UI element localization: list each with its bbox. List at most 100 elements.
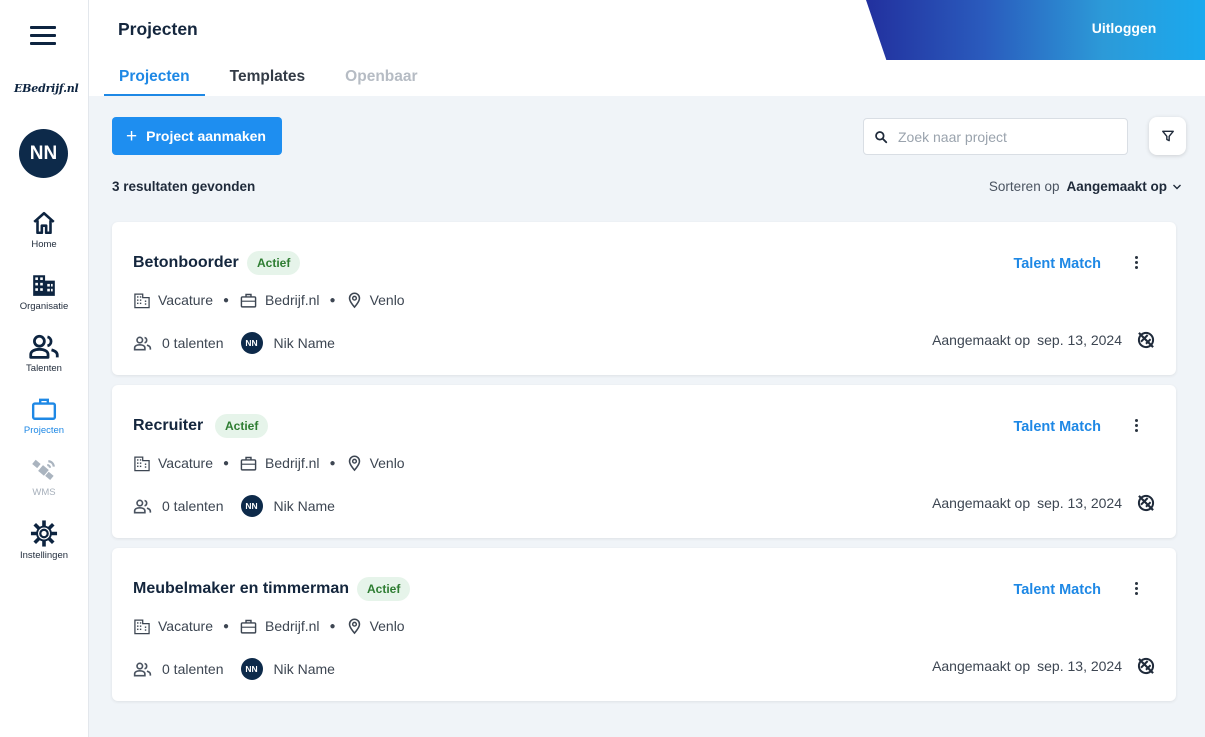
people-icon [133, 662, 152, 676]
avatar: NN [240, 332, 263, 354]
project-people: 0 talenten NN Nik Name [133, 658, 335, 680]
avatar: NN [240, 658, 263, 680]
project-meta: Vacature ● Bedrijf.nl ● Venlo [133, 291, 405, 309]
sidebar-item-label: Projecten [23, 425, 65, 436]
created-info: Aangemaakt op sep. 13, 2024 [932, 332, 1122, 348]
project-meta: Vacature ● Bedrijf.nl ● Venlo [133, 454, 405, 472]
sort-dropdown[interactable]: Sorteren op Aangemaakt op [989, 179, 1183, 194]
more-options-icon[interactable] [1128, 252, 1144, 272]
building-icon [134, 618, 150, 634]
talent-count: 0 talenten [162, 661, 224, 677]
sidebar-item-instellingen[interactable]: Instellingen [0, 520, 88, 561]
logo: EBedrijf.nl [14, 82, 79, 95]
talent-match-link[interactable]: Talent Match [1013, 419, 1101, 435]
project-location: Venlo [369, 618, 405, 634]
created-label: Aangemaakt op [932, 658, 1031, 674]
avatar[interactable]: NN [19, 129, 68, 178]
menu-icon[interactable] [30, 26, 56, 46]
sidebar-item-label: WMS [32, 487, 56, 498]
briefcase-icon [240, 619, 257, 634]
create-project-button[interactable]: + Project aanmaken [112, 117, 282, 155]
filter-button[interactable] [1149, 117, 1186, 155]
project-meta: Vacature ● Bedrijf.nl ● Venlo [133, 617, 405, 635]
sidebar-item-home[interactable]: Home [0, 210, 88, 250]
project-company: Bedrijf.nl [265, 455, 320, 471]
separator-dot: ● [329, 457, 336, 469]
separator-dot: ● [223, 620, 230, 632]
sort-value: Aangemaakt op [1066, 179, 1167, 194]
separator-dot: ● [223, 457, 230, 469]
sidebar: EBedrijf.nl NN Home Organisatie Talenten… [0, 0, 89, 737]
separator-dot: ● [329, 294, 336, 306]
page-title: Projecten [118, 19, 198, 39]
people-icon [133, 336, 152, 350]
sort-label: Sorteren op [988, 179, 1060, 194]
more-options-icon[interactable] [1128, 578, 1144, 598]
plus-icon: + [126, 125, 138, 147]
project-title[interactable]: Meubelmaker en timmerman [133, 580, 349, 598]
project-type: Vacature [158, 455, 213, 471]
project-location: Venlo [369, 292, 405, 308]
results-count: 3 resultaten gevonden [112, 179, 256, 194]
created-info: Aangemaakt op sep. 13, 2024 [932, 658, 1122, 674]
talent-match-link[interactable]: Talent Match [1013, 582, 1101, 598]
satellite-icon [32, 459, 55, 481]
project-people: 0 talenten NN Nik Name [133, 495, 335, 517]
owner-name: Nik Name [273, 661, 335, 677]
tabs: Projecten Templates Openbaar [104, 60, 443, 96]
home-icon [33, 211, 55, 235]
search-input[interactable] [898, 128, 1118, 145]
sidebar-item-organisatie[interactable]: Organisatie [0, 272, 88, 312]
sidebar-item-label: Talenten [26, 363, 62, 374]
chevron-down-icon [1173, 184, 1181, 189]
search-icon [875, 130, 888, 143]
visibility-off-icon[interactable] [1136, 656, 1156, 681]
status-badge: Actief [357, 577, 411, 601]
project-card[interactable]: Meubelmaker en timmerman Actief Talent M… [112, 548, 1176, 701]
briefcase-icon [31, 398, 57, 420]
avatar: NN [240, 495, 263, 517]
sidebar-item-label: Instellingen [19, 550, 69, 561]
created-date: sep. 13, 2024 [1037, 495, 1122, 511]
visibility-off-icon[interactable] [1136, 493, 1156, 518]
briefcase-icon [240, 456, 257, 471]
sidebar-item-wms[interactable]: WMS [0, 458, 88, 498]
project-title[interactable]: Recruiter [133, 417, 203, 435]
more-options-icon[interactable] [1128, 415, 1144, 435]
created-date: sep. 13, 2024 [1037, 658, 1122, 674]
project-title[interactable]: Betonboorder [133, 254, 239, 272]
status-badge: Actief [247, 251, 301, 275]
location-pin-icon [348, 292, 360, 309]
separator-dot: ● [329, 620, 336, 632]
separator-dot: ● [223, 294, 230, 306]
filter-icon [1161, 130, 1174, 142]
tab-projecten[interactable]: Projecten [104, 60, 205, 96]
logout-button[interactable]: Uitloggen [1083, 20, 1165, 40]
tab-templates[interactable]: Templates [215, 60, 321, 96]
building-icon [134, 455, 150, 471]
gear-icon [30, 520, 58, 547]
created-label: Aangemaakt op [932, 332, 1031, 348]
sidebar-item-label: Organisatie [19, 301, 69, 312]
people-icon [133, 499, 152, 513]
project-card[interactable]: Betonboorder Actief Talent Match Vacatur… [112, 222, 1176, 375]
sidebar-item-projecten[interactable]: Projecten [0, 396, 88, 436]
project-location: Venlo [369, 455, 405, 471]
created-label: Aangemaakt op [932, 495, 1031, 511]
talent-match-link[interactable]: Talent Match [1013, 256, 1101, 272]
tab-openbaar[interactable]: Openbaar [330, 60, 432, 96]
building-icon [33, 275, 55, 296]
created-info: Aangemaakt op sep. 13, 2024 [932, 495, 1122, 511]
sidebar-item-talenten[interactable]: Talenten [0, 334, 88, 374]
owner-name: Nik Name [273, 335, 335, 351]
sidebar-item-label: Home [31, 239, 57, 250]
project-card[interactable]: Recruiter Actief Talent Match Vacature ●… [112, 385, 1176, 538]
visibility-off-icon[interactable] [1136, 330, 1156, 355]
briefcase-icon [240, 293, 257, 308]
search-box [863, 118, 1128, 155]
project-type: Vacature [158, 292, 213, 308]
create-project-label: Project aanmaken [146, 128, 266, 144]
status-badge: Actief [215, 414, 269, 438]
location-pin-icon [348, 455, 360, 472]
people-icon [29, 334, 59, 359]
